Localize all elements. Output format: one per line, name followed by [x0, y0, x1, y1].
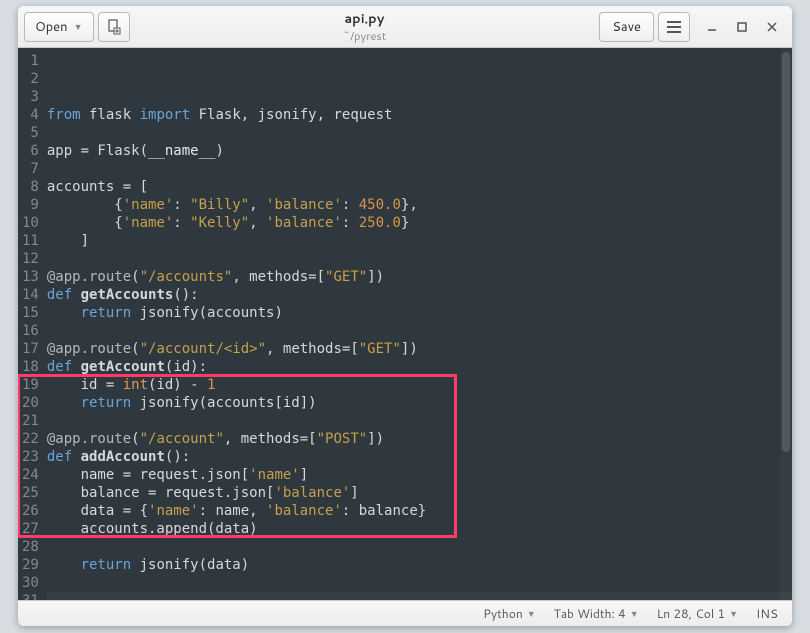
line-number: 18 [22, 358, 39, 376]
line-number: 28 [22, 538, 39, 556]
code-line[interactable]: name = request.json['name'] [47, 466, 792, 484]
minimize-button[interactable] [698, 13, 726, 41]
code-line[interactable]: def getAccounts(): [47, 286, 792, 304]
position-label: Ln 28, Col 1 [657, 605, 725, 622]
line-number: 11 [22, 232, 39, 250]
line-number: 14 [22, 286, 39, 304]
minimize-icon [707, 22, 717, 32]
code-line[interactable] [47, 538, 792, 556]
statusbar: Python ▼ Tab Width: 4 ▼ Ln 28, Col 1 ▼ I… [18, 600, 792, 626]
code-line[interactable]: @app.route("/accounts", methods=["GET"]) [47, 268, 792, 286]
maximize-icon [737, 22, 747, 32]
line-number: 29 [22, 556, 39, 574]
code-line[interactable]: def addAccount(): [47, 448, 792, 466]
chevron-down-icon: ▼ [630, 607, 639, 620]
scrollbar-thumb[interactable] [782, 52, 790, 452]
window-controls [698, 13, 786, 41]
line-number: 4 [22, 106, 39, 124]
code-line[interactable]: {'name': "Billy", 'balance': 450.0}, [47, 196, 792, 214]
line-number: 12 [22, 250, 39, 268]
code-line[interactable] [47, 322, 792, 340]
mode-label: INS [756, 605, 778, 622]
title-area: api.py ~/pyrest [134, 10, 596, 44]
code-line[interactable]: return jsonify(accounts) [47, 304, 792, 322]
file-title: api.py [134, 10, 596, 28]
cursor-position[interactable]: Ln 28, Col 1 ▼ [657, 605, 738, 622]
language-selector[interactable]: Python ▼ [483, 605, 535, 622]
line-number: 25 [22, 484, 39, 502]
line-number: 19 [22, 376, 39, 394]
chevron-down-icon: ▼ [729, 607, 738, 620]
line-number: 16 [22, 322, 39, 340]
hamburger-menu-button[interactable] [658, 12, 690, 42]
vertical-scrollbar[interactable] [780, 48, 792, 600]
line-number: 9 [22, 196, 39, 214]
line-number: 21 [22, 412, 39, 430]
tab-width-label: Tab Width: 4 [554, 605, 626, 622]
code-line[interactable] [47, 574, 792, 592]
line-number: 22 [22, 430, 39, 448]
maximize-button[interactable] [728, 13, 756, 41]
code-line[interactable]: data = {'name': name, 'balance': balance… [47, 502, 792, 520]
line-number: 31 [22, 592, 39, 600]
line-gutter: 1234567891011121314151617181920212223242… [18, 48, 45, 600]
close-button[interactable] [758, 13, 786, 41]
code-line[interactable]: app = Flask(__name__) [47, 142, 792, 160]
line-number: 30 [22, 574, 39, 592]
chevron-down-icon: ▼ [74, 20, 83, 33]
code-line[interactable]: return jsonify(data) [47, 556, 792, 574]
save-button[interactable]: Save [599, 12, 654, 42]
code-line[interactable] [47, 250, 792, 268]
code-line[interactable]: @app.route("/account", methods=["POST"]) [47, 430, 792, 448]
code-line[interactable] [47, 160, 792, 178]
line-number: 7 [22, 160, 39, 178]
line-number: 3 [22, 88, 39, 106]
code-line[interactable]: return jsonify(accounts[id]) [47, 394, 792, 412]
code-line[interactable] [47, 124, 792, 142]
line-number: 2 [22, 70, 39, 88]
language-label: Python [483, 605, 523, 622]
editor-area[interactable]: 1234567891011121314151617181920212223242… [18, 48, 792, 600]
line-number: 5 [22, 124, 39, 142]
code-line[interactable]: accounts.append(data) [47, 520, 792, 538]
line-number: 13 [22, 268, 39, 286]
line-number: 20 [22, 394, 39, 412]
code-line[interactable]: id = int(id) - 1 [47, 376, 792, 394]
line-number: 23 [22, 448, 39, 466]
line-number: 24 [22, 466, 39, 484]
editor-window: Open ▼ api.py ~/pyrest Save [18, 6, 792, 626]
code-line[interactable]: {'name': "Kelly", 'balance': 250.0} [47, 214, 792, 232]
save-label: Save [612, 18, 641, 36]
line-number: 8 [22, 178, 39, 196]
line-number: 26 [22, 502, 39, 520]
line-number: 10 [22, 214, 39, 232]
line-number: 27 [22, 520, 39, 538]
hamburger-icon [667, 21, 681, 33]
chevron-down-icon: ▼ [527, 607, 536, 620]
insert-mode[interactable]: INS [756, 605, 778, 622]
line-number: 17 [22, 340, 39, 358]
code-line[interactable]: from flask import Flask, jsonify, reques… [47, 106, 792, 124]
titlebar: Open ▼ api.py ~/pyrest Save [18, 6, 792, 48]
code-line[interactable] [47, 592, 792, 600]
code-content[interactable]: from flask import Flask, jsonify, reques… [45, 48, 792, 600]
code-line[interactable]: ] [47, 232, 792, 250]
close-icon [767, 22, 777, 32]
code-line[interactable]: balance = request.json['balance'] [47, 484, 792, 502]
tab-width-selector[interactable]: Tab Width: 4 ▼ [554, 605, 639, 622]
open-label: Open [35, 18, 68, 36]
code-line[interactable]: @app.route("/account/<id>", methods=["GE… [47, 340, 792, 358]
line-number: 15 [22, 304, 39, 322]
open-button[interactable]: Open ▼ [24, 12, 94, 42]
new-document-icon [106, 19, 122, 35]
code-line[interactable]: accounts = [ [47, 178, 792, 196]
file-path: ~/pyrest [134, 28, 596, 44]
line-number: 1 [22, 52, 39, 70]
code-line[interactable] [47, 412, 792, 430]
line-number: 6 [22, 142, 39, 160]
new-document-button[interactable] [98, 12, 130, 42]
code-line[interactable]: def getAccount(id): [47, 358, 792, 376]
